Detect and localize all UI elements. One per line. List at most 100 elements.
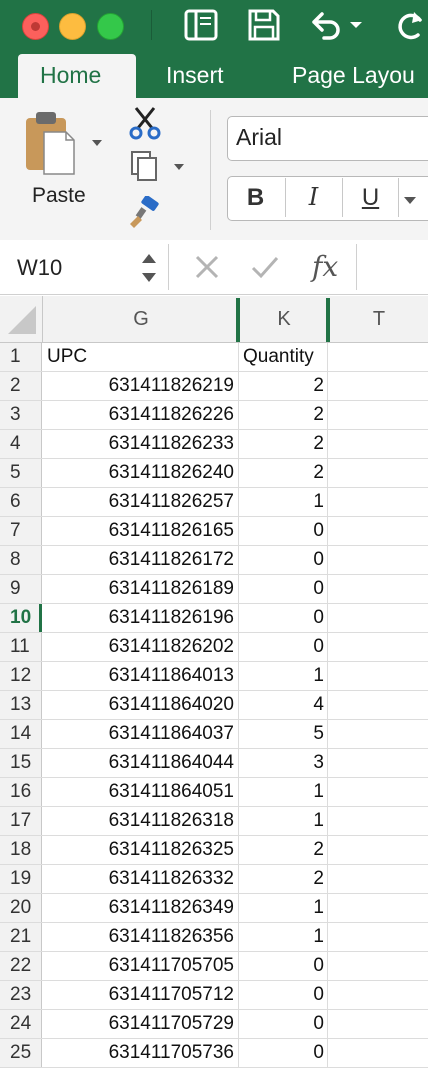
row-number[interactable]: 15 bbox=[0, 749, 42, 777]
cell-quantity[interactable]: 2 bbox=[240, 430, 328, 458]
row-number[interactable]: 1 bbox=[0, 343, 42, 371]
paste-icon[interactable] bbox=[22, 110, 108, 185]
cell-quantity[interactable]: 0 bbox=[240, 1039, 328, 1067]
tab-home[interactable]: Home bbox=[40, 62, 101, 89]
cell-upc[interactable]: 631411705712 bbox=[43, 981, 239, 1009]
row-number[interactable]: 2 bbox=[0, 372, 42, 400]
insert-function-button[interactable]: fx bbox=[312, 250, 338, 283]
cell-quantity[interactable]: 1 bbox=[240, 807, 328, 835]
row-number[interactable]: 24 bbox=[0, 1010, 42, 1038]
cell-upc[interactable]: 631411826226 bbox=[43, 401, 239, 429]
cell-t[interactable] bbox=[329, 836, 428, 864]
sidebar-icon[interactable] bbox=[183, 8, 219, 47]
cell-t[interactable] bbox=[329, 749, 428, 777]
paste-button-label[interactable]: Paste bbox=[32, 184, 86, 208]
row-number[interactable]: 5 bbox=[0, 459, 42, 487]
bold-button[interactable]: B bbox=[227, 176, 284, 219]
cell-t[interactable] bbox=[329, 981, 428, 1009]
cell-upc[interactable]: 631411864020 bbox=[43, 691, 239, 719]
cell-quantity[interactable]: 4 bbox=[240, 691, 328, 719]
cell-t[interactable] bbox=[329, 778, 428, 806]
cell-quantity[interactable]: 0 bbox=[240, 981, 328, 1009]
cell-upc[interactable]: 631411826332 bbox=[43, 865, 239, 893]
cell-upc[interactable]: 631411826356 bbox=[43, 923, 239, 951]
row-number[interactable]: 17 bbox=[0, 807, 42, 835]
cell-quantity[interactable]: 2 bbox=[240, 459, 328, 487]
italic-button[interactable]: I bbox=[286, 176, 341, 219]
tab-insert[interactable]: Insert bbox=[166, 62, 224, 89]
formula-input[interactable] bbox=[360, 250, 428, 286]
tab-page-layout[interactable]: Page Layou bbox=[292, 62, 415, 89]
cell-t[interactable] bbox=[329, 894, 428, 922]
row-number[interactable]: 25 bbox=[0, 1039, 42, 1067]
cell-t[interactable] bbox=[329, 952, 428, 980]
row-number[interactable]: 21 bbox=[0, 923, 42, 951]
cell-quantity[interactable]: 1 bbox=[240, 923, 328, 951]
name-box[interactable]: W10 bbox=[17, 255, 62, 281]
column-header-t[interactable]: T bbox=[330, 308, 428, 331]
cell-quantity[interactable]: 0 bbox=[240, 546, 328, 574]
cell-upc[interactable]: 631411864051 bbox=[43, 778, 239, 806]
row-number[interactable]: 20 bbox=[0, 894, 42, 922]
cell-upc[interactable]: 631411705705 bbox=[43, 952, 239, 980]
row-number[interactable]: 12 bbox=[0, 662, 42, 690]
cell-quantity[interactable]: 2 bbox=[240, 865, 328, 893]
cell-upc[interactable]: 631411826189 bbox=[43, 575, 239, 603]
cell-upc[interactable]: 631411826257 bbox=[43, 488, 239, 516]
cell-quantity[interactable]: Quantity bbox=[240, 343, 328, 371]
cell-upc[interactable]: 631411705736 bbox=[43, 1039, 239, 1067]
cell-t[interactable] bbox=[329, 488, 428, 516]
cell-quantity[interactable]: 0 bbox=[240, 604, 328, 632]
name-box-stepper-icon[interactable] bbox=[140, 250, 158, 291]
format-painter-icon[interactable] bbox=[128, 195, 162, 235]
cell-quantity[interactable]: 0 bbox=[240, 517, 328, 545]
row-number[interactable]: 11 bbox=[0, 633, 42, 661]
underline-button[interactable]: U bbox=[343, 176, 398, 219]
copy-icon[interactable] bbox=[128, 150, 188, 189]
redo-icon[interactable] bbox=[392, 8, 428, 47]
row-number[interactable]: 6 bbox=[0, 488, 42, 516]
cell-upc[interactable]: 631411826240 bbox=[43, 459, 239, 487]
cell-t[interactable] bbox=[329, 633, 428, 661]
cell-quantity[interactable]: 2 bbox=[240, 836, 328, 864]
cell-t[interactable] bbox=[329, 923, 428, 951]
cell-upc[interactable]: 631411864013 bbox=[43, 662, 239, 690]
cell-t[interactable] bbox=[329, 430, 428, 458]
row-number[interactable]: 4 bbox=[0, 430, 42, 458]
window-close-button[interactable] bbox=[22, 13, 49, 40]
cell-quantity[interactable]: 1 bbox=[240, 488, 328, 516]
cell-upc[interactable]: 631411826318 bbox=[43, 807, 239, 835]
cell-upc[interactable]: 631411826196 bbox=[43, 604, 239, 632]
column-header-k[interactable]: K bbox=[240, 308, 328, 331]
cell-t[interactable] bbox=[329, 546, 428, 574]
cell-t[interactable] bbox=[329, 604, 428, 632]
cell-t[interactable] bbox=[329, 575, 428, 603]
cell-upc[interactable]: 631411826349 bbox=[43, 894, 239, 922]
cell-quantity[interactable]: 2 bbox=[240, 401, 328, 429]
cell-t[interactable] bbox=[329, 343, 428, 371]
cell-quantity[interactable]: 0 bbox=[240, 1010, 328, 1038]
cell-upc[interactable]: UPC bbox=[43, 343, 239, 371]
cell-quantity[interactable]: 1 bbox=[240, 778, 328, 806]
row-number[interactable]: 13 bbox=[0, 691, 42, 719]
row-number[interactable]: 22 bbox=[0, 952, 42, 980]
cell-t[interactable] bbox=[329, 1039, 428, 1067]
window-zoom-button[interactable] bbox=[97, 13, 124, 40]
cut-icon[interactable] bbox=[128, 106, 162, 145]
cell-t[interactable] bbox=[329, 459, 428, 487]
cell-t[interactable] bbox=[329, 807, 428, 835]
cell-quantity[interactable]: 2 bbox=[240, 372, 328, 400]
save-icon[interactable] bbox=[247, 8, 281, 47]
row-number[interactable]: 3 bbox=[0, 401, 42, 429]
cell-t[interactable] bbox=[329, 517, 428, 545]
cell-t[interactable] bbox=[329, 865, 428, 893]
cell-upc[interactable]: 631411826233 bbox=[43, 430, 239, 458]
confirm-entry-icon[interactable] bbox=[250, 254, 280, 285]
cell-quantity[interactable]: 5 bbox=[240, 720, 328, 748]
cell-upc[interactable]: 631411826325 bbox=[43, 836, 239, 864]
cell-t[interactable] bbox=[329, 372, 428, 400]
column-header-g[interactable]: G bbox=[43, 308, 239, 331]
cell-t[interactable] bbox=[329, 401, 428, 429]
row-number[interactable]: 23 bbox=[0, 981, 42, 1009]
undo-icon[interactable] bbox=[306, 8, 366, 47]
